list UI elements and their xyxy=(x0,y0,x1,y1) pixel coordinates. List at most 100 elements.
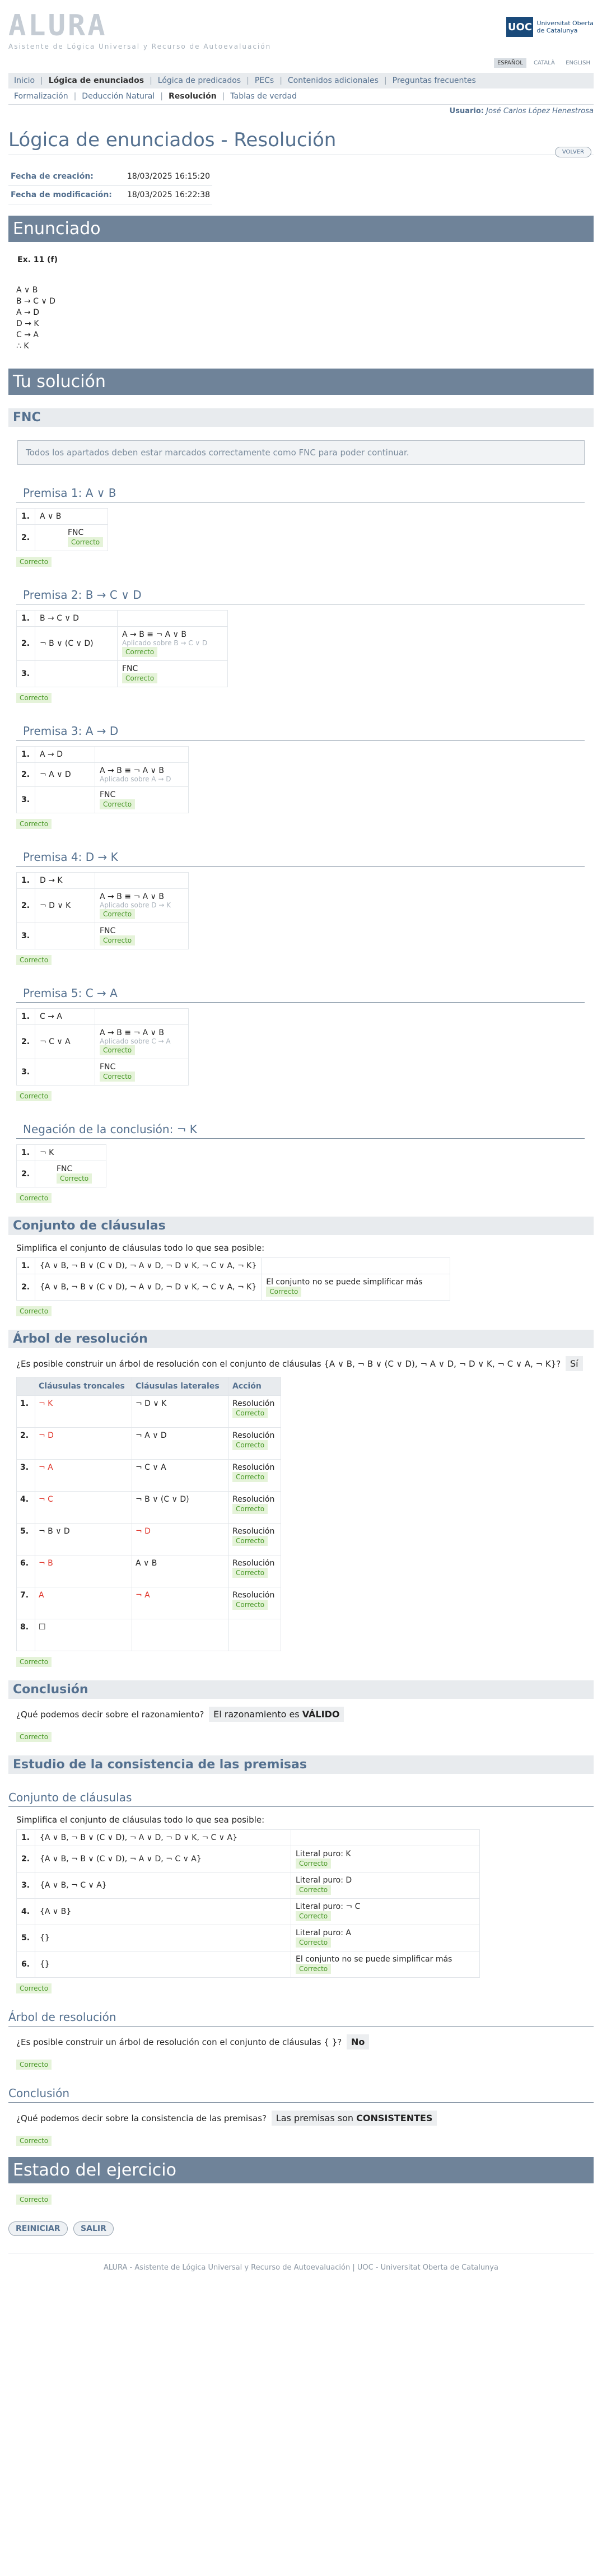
simplify-note: El conjunto no se puede simplificar más xyxy=(266,1278,423,1287)
reiniciar-button[interactable]: REINICIAR xyxy=(8,2221,68,2236)
premise5-header: Premisa 5: C → A xyxy=(16,984,585,1003)
arbol-table: Cláusulas troncales Cláusulas laterales … xyxy=(16,1377,281,1651)
menu-logica-enunciados[interactable]: Lógica de enunciados xyxy=(43,76,150,85)
premise4-table: 1. D → K 2. ¬ D ∨ KA → B ≡ ¬ A ∨ B Aplicado… xyxy=(16,872,189,949)
premise2-row1: B → C ∨ D xyxy=(35,610,118,627)
uoc-logo[interactable]: UOC Universitat Oberta de Catalunya xyxy=(506,17,594,37)
row-number: 4. xyxy=(16,1491,35,1524)
clause-set: {} xyxy=(35,1925,291,1951)
correct-badge: Correcto xyxy=(232,1440,268,1450)
alura-logo[interactable]: ALURA xyxy=(8,11,108,40)
lateral-clause: ¬ C ∨ A xyxy=(132,1459,229,1492)
row-number: 1. xyxy=(16,1829,35,1846)
page: ALURA Asistente de Lógica Universal y Re… xyxy=(8,0,594,2283)
conclusion-correct: Correcto xyxy=(16,1732,52,1742)
salir-button[interactable]: SALIR xyxy=(73,2221,114,2236)
uoc-logo-mark: UOC xyxy=(506,17,534,37)
empty-cell xyxy=(95,1008,189,1025)
correct-badge: Correcto xyxy=(100,799,136,809)
empty-cell xyxy=(117,610,228,627)
row-number: 6. xyxy=(16,1555,35,1587)
submenu-formalizacion[interactable]: Formalización xyxy=(8,92,74,101)
premise1-row1: A ∨ B xyxy=(34,508,109,525)
col-accion-header: Acción xyxy=(228,1377,281,1396)
user-name[interactable]: José Carlos López Henestrosa xyxy=(486,107,594,115)
consistencia-header: Estudio de la consistencia de las premis… xyxy=(8,1755,594,1774)
table-row: 8. ☐ xyxy=(16,1619,281,1651)
lang-catala[interactable]: CATALÀ xyxy=(530,58,558,68)
consistencia-arbol-correct: Correcto xyxy=(16,2060,52,2070)
premise-item: C → A xyxy=(16,330,39,339)
answer-value: CONSISTENTES xyxy=(356,2113,433,2123)
arbol-answer: Sí xyxy=(566,1356,583,1371)
clause-set: {A ∨ B, ¬ C ∨ A} xyxy=(35,1872,291,1899)
rule-text: A → B ≡ ¬ A ∨ B xyxy=(100,1028,164,1037)
lang-english[interactable]: ENGLISH xyxy=(562,58,594,68)
menu-pecs[interactable]: PECs xyxy=(249,76,279,85)
premise5-correct: Correcto xyxy=(16,1091,52,1101)
row-number: 1. xyxy=(16,872,35,889)
lateral-clause xyxy=(132,1619,229,1651)
action-label: Resolución xyxy=(232,1591,275,1600)
troncal-clause: ¬ D xyxy=(35,1427,132,1460)
menu-contenidos[interactable]: Contenidos adicionales xyxy=(282,76,384,85)
row-number: 6. xyxy=(16,1951,35,1978)
conclusion-item: ∴ K xyxy=(16,342,29,351)
volver-button[interactable]: VOLVER xyxy=(554,147,591,157)
consistencia-table: 1. {A ∨ B, ¬ B ∨ (C ∨ D), ¬ A ∨ D, ¬ D ∨ … xyxy=(16,1829,480,1978)
table-row: 3. {A ∨ B, ¬ C ∨ A} Literal puro: D Correct… xyxy=(16,1872,480,1899)
action-label: Resolución xyxy=(232,1463,275,1472)
correct-badge: Correcto xyxy=(100,1072,136,1082)
note-cell xyxy=(291,1829,480,1846)
row-number: 2. xyxy=(16,1161,35,1187)
row-number: 5. xyxy=(16,1523,35,1555)
row-number: 8. xyxy=(16,1619,35,1651)
submenu-deduccion[interactable]: Deducción Natural xyxy=(76,92,160,101)
premise1-row2: FNC Correcto xyxy=(34,524,109,551)
premise2-rule-cell: A → B ≡ ¬ A ∨ B Aplicado sobre B → C ∨ DC… xyxy=(117,626,228,661)
troncal-clause: ¬ A xyxy=(35,1459,132,1492)
note-cell: Literal puro: A Correcto xyxy=(291,1925,480,1951)
submenu-tablas[interactable]: Tablas de verdad xyxy=(225,92,302,101)
table-row: 6. ¬ BA ∨ B Resolución Correcto xyxy=(16,1555,281,1587)
correct-badge: Correcto xyxy=(296,1911,332,1921)
arbol-question: ¿Es posible construir un árbol de resolu… xyxy=(16,1356,594,1371)
action-cell: Resolución Correcto xyxy=(228,1555,281,1587)
clausulas-row1: {A ∨ B, ¬ B ∨ (C ∨ D), ¬ A ∨ D, ¬ D ∨ K,… xyxy=(34,1257,262,1274)
table-row: 1. ¬ K ¬ D ∨ K Resolución Correcto xyxy=(16,1395,281,1428)
applied-text: Aplicado sobre C → A xyxy=(100,1037,171,1045)
empty-cell xyxy=(35,786,95,813)
applied-text: Aplicado sobre B → C ∨ D xyxy=(122,639,208,647)
clausulas-table: 1. {A ∨ B, ¬ B ∨ (C ∨ D), ¬ A ∨ D, ¬ D ∨ … xyxy=(16,1257,451,1301)
row-number: 1. xyxy=(16,1395,35,1428)
uoc-line1: Universitat Oberta xyxy=(536,20,594,27)
empty-cell xyxy=(95,746,189,763)
answer-value: VÁLIDO xyxy=(302,1709,340,1720)
note-cell: Literal puro: D Correcto xyxy=(291,1872,480,1899)
submenu-resolucion[interactable]: Resolución xyxy=(163,92,222,101)
premise-item: B → C ∨ D xyxy=(16,297,55,306)
troncal-clause: A xyxy=(35,1587,132,1619)
lateral-clause: ¬ A xyxy=(132,1587,229,1619)
correct-badge: Correcto xyxy=(232,1504,268,1514)
arbol-correct: Correcto xyxy=(16,1657,52,1667)
correct-badge: Correcto xyxy=(232,1600,268,1610)
clause-set: {A ∨ B, ¬ B ∨ (C ∨ D), ¬ A ∨ D, ¬ C ∨ A} xyxy=(35,1846,291,1872)
consistencia-text: Simplifica el conjunto de cláusulas todo… xyxy=(16,1815,265,1825)
lang-espanol[interactable]: ESPAÑOL xyxy=(493,58,526,68)
menu-logica-predicados[interactable]: Lógica de predicados xyxy=(152,76,246,85)
troncal-clause: ¬ K xyxy=(35,1395,132,1428)
exercise-name: Ex. 11 (f) xyxy=(17,255,58,264)
menu-inicio[interactable]: Inicio xyxy=(8,76,40,85)
premise-item: A ∨ B xyxy=(16,286,38,295)
correct-badge: Correcto xyxy=(100,1045,136,1055)
row-number: 2. xyxy=(16,1427,35,1460)
menu-preguntas[interactable]: Preguntas frecuentes xyxy=(387,76,482,85)
premise3-row1: A → D xyxy=(35,746,95,763)
action-cell: Resolución Correcto xyxy=(228,1491,281,1524)
note-text: Literal puro: K xyxy=(296,1850,351,1858)
col-number-header xyxy=(16,1377,35,1396)
solucion-header: Tu solución xyxy=(8,369,594,395)
correct-badge: Correcto xyxy=(232,1536,268,1546)
consistencia-arbol-answer: No xyxy=(346,2034,370,2049)
